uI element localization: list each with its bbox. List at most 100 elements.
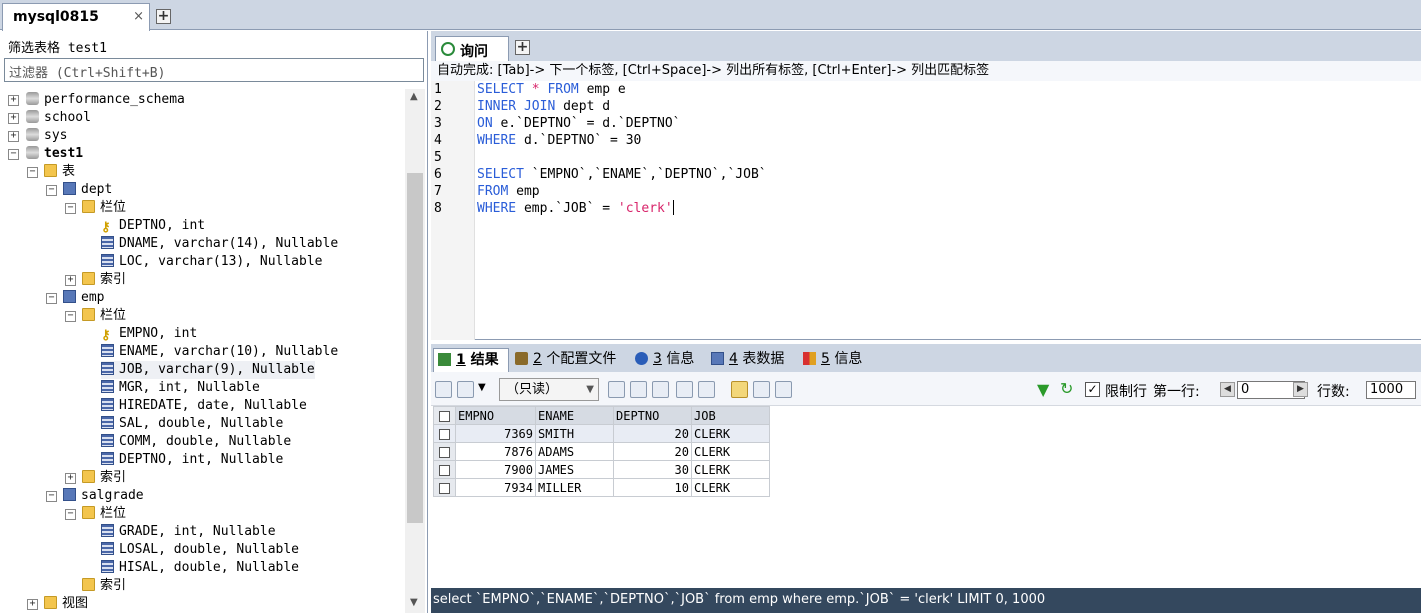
refresh-icon[interactable]: ↻ (1060, 379, 1073, 398)
table-cell[interactable]: CLERK (691, 460, 770, 479)
table-cell[interactable]: CLERK (691, 424, 770, 443)
tree-column[interactable]: DEPTNO, int, Nullable (101, 451, 283, 469)
expand-icon[interactable]: + (8, 95, 19, 106)
row-checkbox[interactable] (433, 460, 456, 479)
filter-input[interactable]: 过滤器 (Ctrl+Shift+B) (4, 58, 424, 82)
tree-db-test1[interactable]: test1 (26, 145, 83, 163)
expand-icon[interactable]: + (8, 113, 19, 124)
table-cell[interactable]: CLERK (691, 478, 770, 497)
tree-columns-folder[interactable]: 栏位 (82, 505, 126, 523)
tab-info-2[interactable]: 5 信息 (799, 348, 869, 372)
table-cell[interactable]: 7900 (455, 460, 536, 479)
tree-column[interactable]: DNAME, varchar(14), Nullable (101, 235, 338, 253)
expand-icon[interactable]: + (27, 599, 38, 610)
tree-table-salgrade[interactable]: salgrade (63, 487, 144, 505)
table-cell[interactable]: CLERK (691, 442, 770, 461)
tree-columns-folder[interactable]: 栏位 (82, 199, 126, 217)
table-cell[interactable]: 30 (613, 460, 692, 479)
tree-column[interactable]: JOB, varchar(9), Nullable (101, 361, 315, 379)
next-page-icon[interactable]: ▶ (1293, 382, 1308, 397)
row-checkbox[interactable] (433, 442, 456, 461)
add-query-tab-button[interactable]: + (515, 40, 530, 55)
tree-index-folder[interactable]: 索引 (82, 469, 126, 487)
collapse-icon[interactable]: − (8, 149, 19, 160)
connection-tab[interactable]: mysql0815 × (2, 3, 150, 31)
tree-column[interactable]: HISAL, double, Nullable (101, 559, 299, 577)
table-cell[interactable]: 7934 (455, 478, 536, 497)
tree-column[interactable]: ⚷ DEPTNO, int (101, 217, 205, 235)
tree-index-folder[interactable]: 索引 (82, 577, 126, 595)
insert-row-icon[interactable] (608, 381, 625, 398)
table-cell[interactable]: MILLER (535, 478, 614, 497)
tree-column[interactable]: LOSAL, double, Nullable (101, 541, 299, 559)
close-icon[interactable]: × (133, 9, 144, 24)
tree-db-school[interactable]: school (26, 109, 91, 127)
tree-table-dept[interactable]: dept (63, 181, 112, 199)
table-cell[interactable]: JAMES (535, 460, 614, 479)
add-connection-tab-button[interactable]: + (156, 9, 171, 24)
table-cell[interactable]: 20 (613, 424, 692, 443)
tree-views-folder[interactable]: 视图 (44, 595, 88, 613)
table-row[interactable]: 7876 ADAMS 20 CLERK (433, 442, 770, 461)
previous-page-icon[interactable]: ◀ (1220, 382, 1235, 397)
scrollbar-thumb[interactable] (407, 173, 423, 523)
table-row[interactable]: 7934 MILLER 10 CLERK (433, 478, 770, 497)
export-icon[interactable] (435, 381, 452, 398)
tab-query[interactable]: 询问 (435, 36, 509, 61)
table-cell[interactable]: 7369 (455, 424, 536, 443)
sql-editor[interactable]: 1 2 3 4 5 6 7 8 SELECT * FROM emp e INNE… (431, 81, 1421, 340)
import-icon[interactable] (457, 381, 474, 398)
tree-column[interactable]: MGR, int, Nullable (101, 379, 260, 397)
delete-icon[interactable] (676, 381, 693, 398)
tab-results[interactable]: 1 结果 (433, 348, 509, 372)
collapse-icon[interactable]: − (65, 203, 76, 214)
column-header[interactable]: DEPTNO (613, 406, 692, 425)
tree-index-folder[interactable]: 索引 (82, 271, 126, 289)
scroll-up-icon[interactable]: ▲ (410, 91, 418, 102)
expand-icon[interactable]: + (65, 473, 76, 484)
tab-table-data[interactable]: 4 表数据 (707, 348, 795, 372)
collapse-icon[interactable]: − (46, 185, 57, 196)
column-header[interactable]: EMPNO (455, 406, 536, 425)
tree-db-sys[interactable]: sys (26, 127, 67, 145)
tree-scrollbar[interactable]: ▲ ▼ (405, 89, 425, 613)
duplicate-row-icon[interactable] (630, 381, 647, 398)
tree-column[interactable]: LOC, varchar(13), Nullable (101, 253, 323, 271)
tree-column[interactable]: ⚷ EMPNO, int (101, 325, 197, 343)
collapse-icon[interactable]: − (46, 293, 57, 304)
column-header[interactable]: ENAME (535, 406, 614, 425)
column-header[interactable]: JOB (691, 406, 770, 425)
tree-column[interactable]: GRADE, int, Nullable (101, 523, 276, 541)
row-count-input[interactable]: 1000 (1366, 381, 1416, 399)
chevron-down-icon[interactable]: ▼ (478, 382, 486, 393)
collapse-icon[interactable]: − (65, 509, 76, 520)
tab-info[interactable]: 3 信息 (631, 348, 701, 372)
cancel-icon[interactable] (698, 381, 715, 398)
tree-column[interactable]: COMM, double, Nullable (101, 433, 291, 451)
grid-view-icon[interactable] (731, 381, 748, 398)
tree-column[interactable]: HIREDATE, date, Nullable (101, 397, 307, 415)
scroll-down-icon[interactable]: ▼ (410, 597, 418, 608)
tab-profile[interactable]: 2 个配置文件 (511, 348, 623, 372)
expand-icon[interactable]: + (65, 275, 76, 286)
tree-db-performance-schema[interactable]: performance_schema (26, 91, 185, 109)
table-cell[interactable]: ADAMS (535, 442, 614, 461)
text-view-icon[interactable] (775, 381, 792, 398)
table-row[interactable]: 7900 JAMES 30 CLERK (433, 460, 770, 479)
table-cell[interactable]: 7876 (455, 442, 536, 461)
expand-icon[interactable]: + (8, 131, 19, 142)
tree-column[interactable]: SAL, double, Nullable (101, 415, 283, 433)
filter-icon[interactable]: ▼ (1037, 380, 1049, 399)
save-icon[interactable] (652, 381, 669, 398)
table-row[interactable]: 7369 SMITH 20 CLERK (433, 424, 770, 443)
form-view-icon[interactable] (753, 381, 770, 398)
collapse-icon[interactable]: − (27, 167, 38, 178)
collapse-icon[interactable]: − (46, 491, 57, 502)
table-cell[interactable]: 10 (613, 478, 692, 497)
edit-mode-select[interactable]: （只读） ▼ (499, 378, 599, 401)
table-cell[interactable]: SMITH (535, 424, 614, 443)
limit-rows-checkbox[interactable]: ✓ (1085, 382, 1100, 397)
collapse-icon[interactable]: − (65, 311, 76, 322)
table-cell[interactable]: 20 (613, 442, 692, 461)
row-checkbox[interactable] (433, 478, 456, 497)
